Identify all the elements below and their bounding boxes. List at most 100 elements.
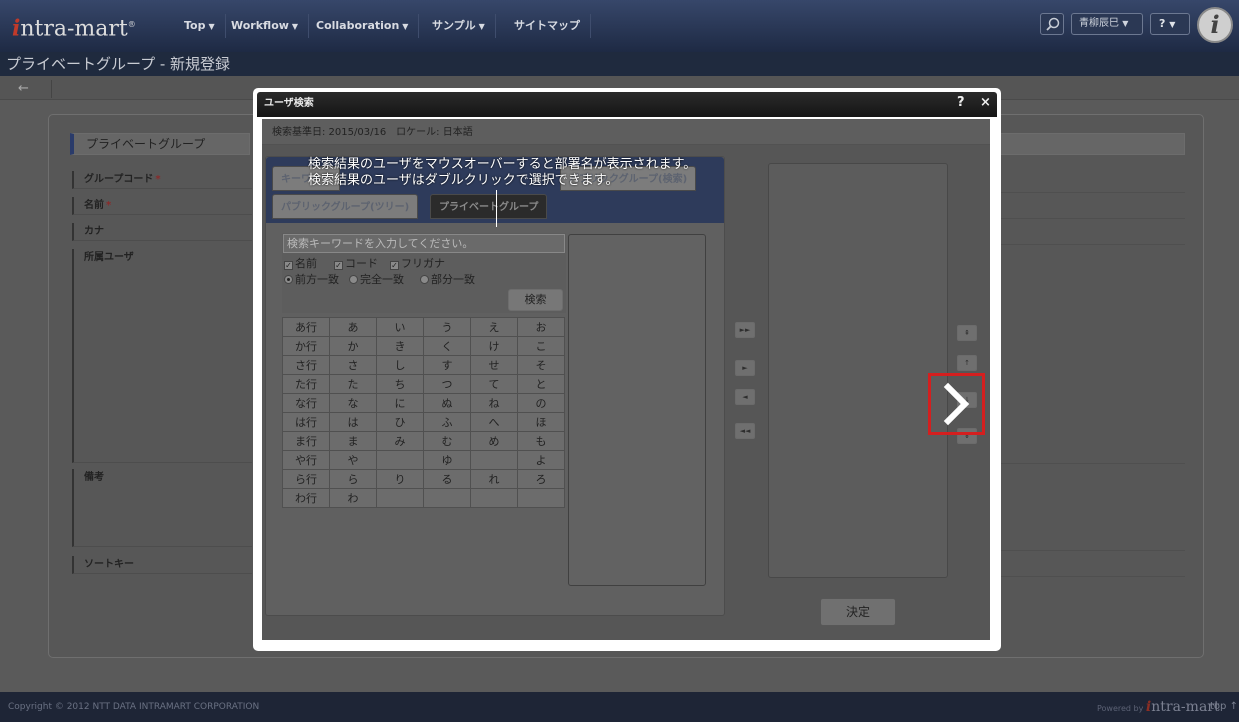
kana-row: わ行わ bbox=[282, 488, 565, 508]
kana-cell[interactable]: た bbox=[329, 374, 377, 394]
kana-row-header[interactable]: ら行 bbox=[282, 469, 330, 489]
kana-cell[interactable]: け bbox=[470, 336, 518, 356]
move-left-button[interactable]: ◄ bbox=[735, 389, 755, 405]
move-top-button[interactable]: ⇞ bbox=[957, 325, 977, 341]
kana-cell[interactable]: の bbox=[517, 393, 565, 413]
checkbox-code[interactable]: ✓ コード bbox=[334, 256, 378, 271]
kana-row-header[interactable]: わ行 bbox=[282, 488, 330, 508]
kana-cell[interactable]: も bbox=[517, 431, 565, 451]
kana-cell[interactable]: む bbox=[423, 431, 471, 451]
row-divider bbox=[1000, 244, 1185, 245]
user-menu[interactable]: 青柳辰巳 ▼ bbox=[1071, 13, 1143, 35]
row-divider bbox=[1000, 192, 1185, 193]
kana-cell[interactable]: ゆ bbox=[423, 450, 471, 470]
kana-cell[interactable]: み bbox=[376, 431, 424, 451]
kana-cell[interactable]: ぬ bbox=[423, 393, 471, 413]
kana-row: は行はひふへほ bbox=[282, 412, 565, 432]
help-menu[interactable]: ? ▼ bbox=[1150, 13, 1190, 35]
kana-cell[interactable]: そ bbox=[517, 355, 565, 375]
kana-cell[interactable]: お bbox=[517, 317, 565, 337]
kana-cell[interactable]: ま bbox=[329, 431, 377, 451]
kana-cell[interactable]: す bbox=[423, 355, 471, 375]
kana-row-header[interactable]: な行 bbox=[282, 393, 330, 413]
kana-cell[interactable]: な bbox=[329, 393, 377, 413]
move-all-right-button[interactable]: ►► bbox=[735, 322, 755, 338]
radio-selected-icon bbox=[284, 275, 293, 284]
tab-private-group[interactable]: プライベートグループ bbox=[430, 194, 548, 219]
chevron-right-icon[interactable] bbox=[928, 373, 985, 435]
dialog-help-button[interactable]: ? bbox=[957, 93, 965, 113]
kana-cell[interactable]: や bbox=[329, 450, 377, 470]
kana-cell[interactable]: に bbox=[376, 393, 424, 413]
kana-cell[interactable]: と bbox=[517, 374, 565, 394]
kana-cell[interactable]: ひ bbox=[376, 412, 424, 432]
nav-menu-top[interactable]: Top ▼ bbox=[174, 14, 226, 38]
dialog-title: ユーザ検索 bbox=[264, 98, 314, 109]
radio-label: 完全一致 bbox=[360, 273, 404, 286]
kana-cell[interactable]: て bbox=[470, 374, 518, 394]
nav-menu-sitemap[interactable]: サイトマップ bbox=[504, 14, 591, 38]
kana-cell[interactable]: し bbox=[376, 355, 424, 375]
kana-cell[interactable]: い bbox=[376, 317, 424, 337]
intra-mart-logo[interactable]: intra-mart® bbox=[12, 10, 162, 41]
kana-cell[interactable]: つ bbox=[423, 374, 471, 394]
dialog-close-button[interactable]: × bbox=[980, 93, 991, 113]
kana-cell[interactable]: ふ bbox=[423, 412, 471, 432]
kana-row-header[interactable]: か行 bbox=[282, 336, 330, 356]
search-results-list[interactable] bbox=[568, 234, 706, 586]
kana-cell[interactable]: ほ bbox=[517, 412, 565, 432]
move-all-left-button[interactable]: ◄◄ bbox=[735, 423, 755, 439]
kana-cell[interactable]: く bbox=[423, 336, 471, 356]
nav-menu-sample[interactable]: サンプル ▼ bbox=[422, 14, 496, 38]
search-button[interactable] bbox=[1040, 13, 1064, 35]
kana-cell[interactable]: さ bbox=[329, 355, 377, 375]
kana-cell[interactable]: え bbox=[470, 317, 518, 337]
nav-menu-collaboration[interactable]: Collaboration ▼ bbox=[306, 14, 420, 38]
field-label-text: 所属ユーザ bbox=[84, 252, 134, 263]
kana-cell[interactable]: ら bbox=[329, 469, 377, 489]
search-button[interactable]: 検索 bbox=[508, 289, 563, 311]
decide-button[interactable]: 決定 bbox=[820, 598, 896, 626]
kana-cell[interactable]: う bbox=[423, 317, 471, 337]
move-right-button[interactable]: ► bbox=[735, 360, 755, 376]
kana-cell[interactable]: り bbox=[376, 469, 424, 489]
kana-row: さ行さしすせそ bbox=[282, 355, 565, 375]
kana-cell[interactable]: わ bbox=[329, 488, 377, 508]
kana-row-header[interactable]: は行 bbox=[282, 412, 330, 432]
search-input[interactable]: 検索キーワードを入力してください。 bbox=[283, 234, 565, 253]
kana-cell[interactable]: め bbox=[470, 431, 518, 451]
kana-cell[interactable]: せ bbox=[470, 355, 518, 375]
kana-row-header[interactable]: ま行 bbox=[282, 431, 330, 451]
checkbox-furigana[interactable]: ✓ フリガナ bbox=[390, 256, 445, 271]
dialog-titlebar[interactable] bbox=[257, 92, 997, 117]
kana-cell[interactable]: き bbox=[376, 336, 424, 356]
kana-cell[interactable]: ろ bbox=[517, 469, 565, 489]
nav-menu-workflow[interactable]: Workflow ▼ bbox=[221, 14, 310, 38]
kana-cell[interactable]: は bbox=[329, 412, 377, 432]
radio-prefix-match[interactable]: 前方一致 bbox=[284, 272, 339, 287]
kana-row-header[interactable]: さ行 bbox=[282, 355, 330, 375]
kana-cell[interactable]: よ bbox=[517, 450, 565, 470]
kana-cell[interactable]: る bbox=[423, 469, 471, 489]
kana-index-body: あ行あいうえおか行かきくけこさ行さしすせそた行たちつてとな行なにぬねのは行はひふ… bbox=[282, 317, 565, 508]
back-button[interactable]: ← bbox=[18, 80, 52, 98]
kana-cell[interactable]: ね bbox=[470, 393, 518, 413]
kana-cell[interactable]: ち bbox=[376, 374, 424, 394]
kana-row-header[interactable]: た行 bbox=[282, 374, 330, 394]
kana-cell[interactable]: れ bbox=[470, 469, 518, 489]
kana-row-header[interactable]: あ行 bbox=[282, 317, 330, 337]
tab-public-group-tree[interactable]: パブリックグループ(ツリー) bbox=[272, 194, 419, 219]
kana-cell[interactable]: こ bbox=[517, 336, 565, 356]
radio-partial-match[interactable]: 部分一致 bbox=[420, 272, 475, 287]
kana-cell[interactable]: へ bbox=[470, 412, 518, 432]
selected-users-list[interactable] bbox=[768, 163, 948, 578]
kana-row-header[interactable]: や行 bbox=[282, 450, 330, 470]
kana-cell[interactable]: か bbox=[329, 336, 377, 356]
radio-exact-match[interactable]: 完全一致 bbox=[349, 272, 404, 287]
back-to-top-link[interactable]: top ↑ bbox=[1210, 698, 1238, 716]
checkbox-name[interactable]: ✓ 名前 bbox=[284, 256, 317, 271]
kana-cell[interactable]: あ bbox=[329, 317, 377, 337]
nav-menu-label: サイトマップ bbox=[514, 19, 580, 32]
move-up-button[interactable]: ↑ bbox=[957, 355, 977, 371]
nav-menu-label: Collaboration bbox=[316, 19, 400, 32]
